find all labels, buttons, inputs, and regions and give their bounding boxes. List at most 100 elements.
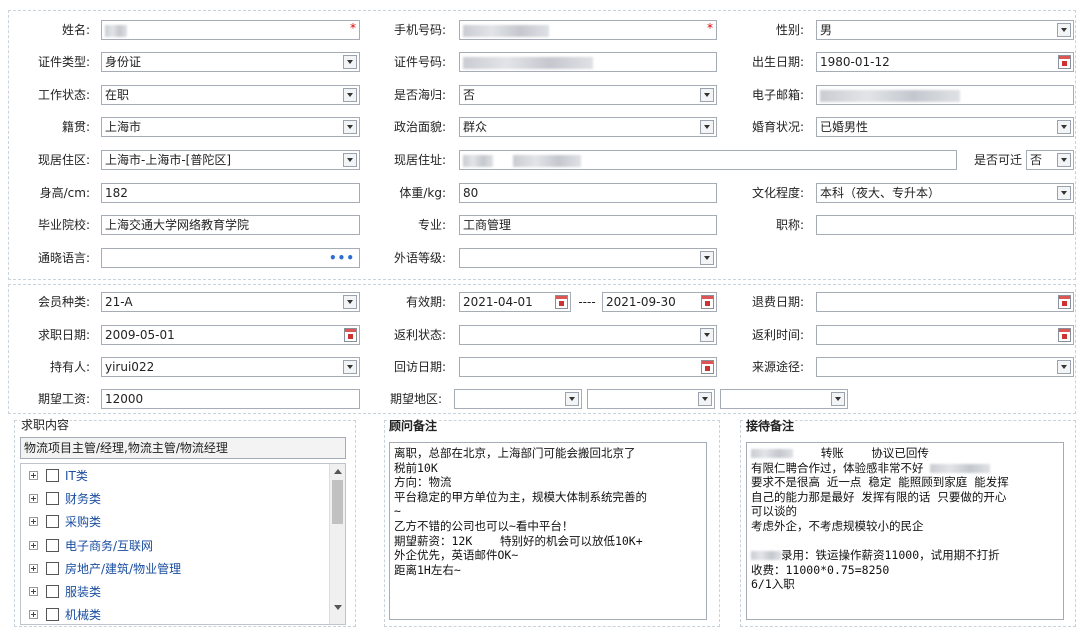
tree-scrollbar[interactable] [329, 464, 345, 624]
validity-start-value: 2021-04-01 [463, 295, 533, 309]
id-number-field[interactable] [459, 52, 717, 72]
visit-date-field[interactable] [459, 357, 717, 377]
calendar-icon[interactable] [1058, 328, 1071, 342]
advisor-notes-textarea[interactable]: 离职，总部在北京，上海部门可能会搬回北京了 税前10K 方向：物流 平台稳定的甲… [389, 442, 707, 620]
weight-field[interactable]: 80 [459, 183, 717, 203]
plus-box-icon[interactable] [29, 564, 38, 573]
chevron-down-icon[interactable] [1057, 23, 1071, 37]
checkbox-icon[interactable] [46, 515, 59, 528]
calendar-icon[interactable] [344, 328, 357, 342]
returnee-select[interactable]: 否 [459, 85, 717, 105]
rebate-status-select[interactable] [459, 325, 717, 345]
job-category-tree[interactable]: IT类 财务类 采购类 电子商务/互联网 房地产/建筑/物业管理 服装类 机械类 [20, 463, 346, 625]
calendar-icon[interactable] [1058, 55, 1071, 69]
languages-field[interactable]: ••• [101, 248, 360, 268]
id-type-select[interactable]: 身份证 [101, 52, 360, 72]
refund-date-field[interactable] [816, 292, 1074, 312]
mobile-field[interactable]: * [459, 20, 717, 40]
work-status-value: 在职 [105, 88, 130, 102]
relocate-select[interactable]: 否 [1026, 150, 1074, 170]
education-select[interactable]: 本科（夜大、专升本） [816, 183, 1074, 203]
plus-box-icon[interactable] [29, 471, 38, 480]
chevron-down-icon[interactable] [700, 251, 714, 265]
reception-notes-textarea[interactable]: 转账 协议已回传 有限仁聘合作过，体验感非常不好 要求不是很高 近一点 稳定 能… [746, 442, 1064, 620]
chevron-down-icon[interactable] [343, 88, 357, 102]
expected-area-select-1[interactable] [454, 389, 582, 409]
plus-box-icon[interactable] [29, 610, 38, 619]
chevron-down-icon[interactable] [831, 392, 845, 406]
calendar-icon[interactable] [555, 295, 568, 309]
plus-box-icon[interactable] [29, 494, 38, 503]
calendar-icon[interactable] [701, 360, 714, 374]
tree-item-machinery[interactable]: 机械类 [29, 604, 319, 624]
checkbox-icon[interactable] [46, 562, 59, 575]
title-field[interactable] [816, 215, 1074, 235]
gender-select[interactable]: 男 [816, 20, 1074, 40]
tree-item-purchasing[interactable]: 采购类 [29, 511, 319, 533]
tree-item-it[interactable]: IT类 [29, 465, 319, 487]
reception-notes-title: 接待备注 [745, 417, 796, 434]
height-field[interactable]: 182 [101, 183, 360, 203]
chevron-down-icon[interactable] [343, 295, 357, 309]
chevron-down-icon[interactable] [698, 392, 712, 406]
work-status-select[interactable]: 在职 [101, 85, 360, 105]
id-type-value: 身份证 [105, 55, 142, 69]
job-content-title: 求职内容 [20, 416, 71, 433]
validity-end-field[interactable]: 2021-09-30 [602, 292, 717, 312]
tree-item-finance[interactable]: 财务类 [29, 488, 319, 510]
scroll-down-icon[interactable] [334, 605, 342, 610]
expected-area-select-3[interactable] [720, 389, 848, 409]
chevron-down-icon[interactable] [343, 360, 357, 374]
calendar-icon[interactable] [701, 295, 714, 309]
source-select[interactable] [816, 357, 1074, 377]
checkbox-icon[interactable] [46, 585, 59, 598]
expected-area-select-2[interactable] [587, 389, 715, 409]
marital-select[interactable]: 已婚男性 [816, 117, 1074, 137]
checkbox-icon[interactable] [46, 608, 59, 621]
chevron-down-icon[interactable] [343, 55, 357, 69]
tree-item-apparel[interactable]: 服装类 [29, 581, 319, 603]
foreign-level-select[interactable] [459, 248, 717, 268]
job-date-field[interactable]: 2009-05-01 [101, 325, 360, 345]
plus-box-icon[interactable] [29, 587, 38, 596]
chevron-down-icon[interactable] [700, 88, 714, 102]
chevron-down-icon[interactable] [565, 392, 579, 406]
redacted-text [751, 449, 793, 458]
chevron-down-icon[interactable] [700, 120, 714, 134]
chevron-down-icon[interactable] [343, 153, 357, 167]
chevron-down-icon[interactable] [343, 120, 357, 134]
residence-select[interactable]: 上海市-上海市-[普陀区] [101, 150, 360, 170]
tree-item-real-estate[interactable]: 房地产/建筑/物业管理 [29, 558, 319, 580]
checkbox-icon[interactable] [46, 539, 59, 552]
chevron-down-icon[interactable] [1057, 153, 1071, 167]
calendar-icon[interactable] [1058, 295, 1071, 309]
checkbox-icon[interactable] [46, 492, 59, 505]
checkbox-icon[interactable] [46, 469, 59, 482]
ellipsis-icon[interactable]: ••• [329, 249, 355, 267]
chevron-down-icon[interactable] [1057, 360, 1071, 374]
validity-separator: ---- [578, 295, 596, 309]
validity-start-field[interactable]: 2021-04-01 [459, 292, 571, 312]
name-field[interactable]: * [101, 20, 360, 40]
job-selected-field[interactable]: 物流项目主管/经理,物流主管/物流经理 [20, 437, 346, 459]
chevron-down-icon[interactable] [1057, 120, 1071, 134]
political-select[interactable]: 群众 [459, 117, 717, 137]
expected-salary-field[interactable]: 12000 [101, 389, 360, 409]
native-place-value: 上海市 [105, 120, 142, 134]
tree-item-ecommerce[interactable]: 电子商务/互联网 [29, 535, 319, 557]
rebate-time-field[interactable] [816, 325, 1074, 345]
member-type-select[interactable]: 21-A [101, 292, 360, 312]
address-field[interactable] [459, 150, 957, 170]
scroll-thumb[interactable] [332, 480, 343, 524]
chevron-down-icon[interactable] [1057, 186, 1071, 200]
native-place-select[interactable]: 上海市 [101, 117, 360, 137]
school-field[interactable]: 上海交通大学网络教育学院 [101, 215, 360, 235]
plus-box-icon[interactable] [29, 541, 38, 550]
scroll-up-icon[interactable] [334, 469, 342, 474]
major-field[interactable]: 工商管理 [459, 215, 717, 235]
plus-box-icon[interactable] [29, 517, 38, 526]
email-field[interactable] [816, 85, 1074, 105]
holder-select[interactable]: yirui022 [101, 357, 360, 377]
chevron-down-icon[interactable] [700, 328, 714, 342]
birth-date-field[interactable]: 1980-01-12 [816, 52, 1074, 72]
